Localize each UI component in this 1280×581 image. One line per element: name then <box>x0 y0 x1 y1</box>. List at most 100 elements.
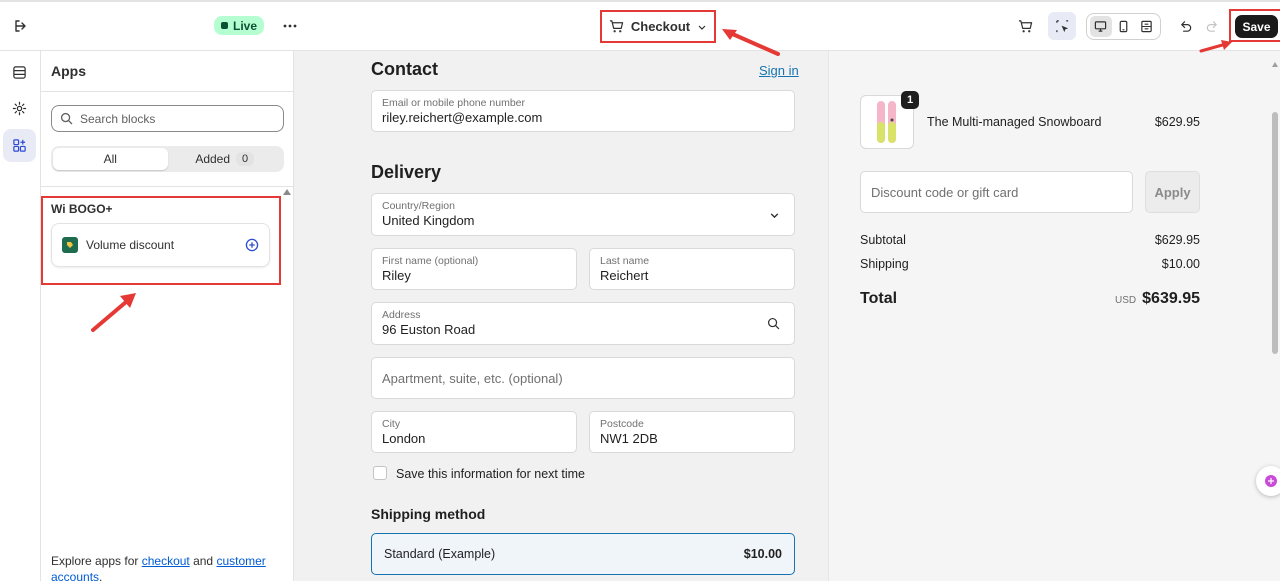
undo-icon[interactable] <box>1171 12 1199 40</box>
shipping-row: Shipping $10.00 <box>860 257 1200 271</box>
product-name: The Multi-managed Snowboard <box>927 115 1102 129</box>
tab-all-label: All <box>103 152 117 166</box>
sparkle-brain-icon <box>1265 475 1277 487</box>
cart-preview-icon[interactable] <box>1011 12 1039 40</box>
inspector-select-icon[interactable] <box>1048 12 1076 40</box>
footer-text: . <box>99 570 103 581</box>
app-logo-icon <box>62 237 78 253</box>
search-blocks-input[interactable] <box>80 111 270 126</box>
app-block-name: Volume discount <box>86 238 175 252</box>
first-name-value: Riley <box>382 267 411 283</box>
total-row: Total USD $639.95 <box>860 290 1200 308</box>
scroll-up-arrow-icon[interactable] <box>1272 62 1278 67</box>
subtotal-label: Subtotal <box>860 233 906 247</box>
live-dot-icon <box>221 22 228 29</box>
viewport-toggle-group <box>1086 13 1161 40</box>
last-name-field[interactable]: Last name Reichert <box>589 248 795 290</box>
shipping-option-label: Standard (Example) <box>384 547 496 561</box>
assistant-floating-button[interactable] <box>1256 466 1280 496</box>
shipping-method-heading: Shipping method <box>371 506 486 522</box>
live-label: Live <box>233 18 258 33</box>
divider <box>41 186 294 187</box>
scrollbar-thumb[interactable] <box>1272 112 1278 354</box>
email-field[interactable]: Email or mobile phone number riley.reich… <box>371 90 795 132</box>
email-label: Email or mobile phone number <box>382 96 525 109</box>
tab-added[interactable]: Added 0 <box>168 148 283 170</box>
delivery-heading: Delivery <box>371 162 442 182</box>
chevron-down-icon <box>698 25 706 30</box>
volume-discount-block[interactable]: Volume discount <box>51 223 270 267</box>
country-select[interactable]: Country/Region United Kingdom <box>371 193 795 236</box>
page-selector-dropdown[interactable]: Checkout <box>600 10 716 43</box>
redo-icon[interactable] <box>1198 12 1226 40</box>
page-selector-label: Checkout <box>630 19 691 34</box>
exit-icon[interactable] <box>7 12 35 40</box>
add-circle-icon[interactable] <box>245 238 259 252</box>
currency-code: USD <box>1115 295 1137 306</box>
settings-gear-icon[interactable] <box>3 92 36 125</box>
panel-title: Apps <box>51 63 86 79</box>
subtotal-value: $629.95 <box>1154 233 1200 247</box>
shipping-option-standard[interactable]: Standard (Example) $10.00 <box>371 533 795 575</box>
address-field[interactable]: Address 96 Euston Road <box>371 302 795 345</box>
full-width-view-icon[interactable] <box>1136 16 1158 37</box>
explore-apps-footer: Explore apps for checkout and customer a… <box>51 553 284 581</box>
annotation-arrow-icon <box>722 29 780 56</box>
apartment-placeholder: Apartment, suite, etc. (optional) <box>382 370 563 386</box>
annotation-arrow-icon <box>1199 40 1232 53</box>
desktop-view-icon[interactable] <box>1089 16 1112 37</box>
total-label: Total <box>860 290 898 307</box>
subtotal-row: Subtotal $629.95 <box>860 233 1200 247</box>
last-name-value: Reichert <box>600 267 649 283</box>
divider <box>41 91 294 92</box>
more-options-icon[interactable] <box>276 12 304 40</box>
contact-heading: Contact <box>371 59 438 79</box>
cart-icon <box>609 20 624 33</box>
footer-text: and <box>189 554 217 568</box>
tab-all[interactable]: All <box>53 148 168 170</box>
apps-panel: Apps All Added 0 Wi BOGO+ Volume discoun… <box>41 51 294 581</box>
country-value: United Kingdom <box>382 213 475 228</box>
address-value: 96 Euston Road <box>382 322 476 337</box>
postcode-label: Postcode <box>600 417 644 430</box>
shipping-option-price: $10.00 <box>743 547 782 561</box>
first-name-field[interactable]: First name (optional) Riley <box>371 248 577 290</box>
first-name-label: First name (optional) <box>382 254 479 267</box>
added-count-badge: 0 <box>236 152 255 166</box>
apps-icon[interactable] <box>3 129 36 162</box>
last-name-label: Last name <box>600 254 650 267</box>
mobile-view-icon[interactable] <box>1113 16 1135 37</box>
email-value: riley.reichert@example.com <box>382 109 543 125</box>
footer-text: Explore apps for <box>51 554 142 568</box>
postcode-field[interactable]: Postcode NW1 2DB <box>589 411 795 453</box>
search-icon <box>60 112 73 125</box>
filter-tabs: All Added 0 <box>51 146 284 172</box>
postcode-value: NW1 2DB <box>600 430 658 446</box>
city-label: City <box>382 417 401 430</box>
sections-icon[interactable] <box>3 56 36 89</box>
save-button[interactable]: Save <box>1235 15 1278 38</box>
discount-code-input[interactable] <box>871 184 1121 200</box>
quantity-badge: 1 <box>901 91 919 109</box>
chevron-down-icon <box>770 213 779 219</box>
checkout-apps-link[interactable]: checkout <box>142 554 190 568</box>
country-label: Country/Region <box>382 200 455 212</box>
app-group-label: Wi BOGO+ <box>51 202 113 216</box>
annotation-arrow-icon <box>91 293 136 332</box>
search-blocks-field[interactable] <box>51 105 284 132</box>
tab-added-label: Added <box>195 152 231 166</box>
search-icon <box>767 317 780 330</box>
shipping-label: Shipping <box>860 257 909 271</box>
address-label: Address <box>382 309 421 321</box>
sign-in-link[interactable]: Sign in <box>759 63 799 78</box>
live-status-badge: Live <box>214 16 265 35</box>
product-price: $629.95 <box>1154 115 1200 129</box>
save-info-checkbox[interactable] <box>373 466 387 480</box>
apply-discount-button[interactable]: Apply <box>1145 171 1200 213</box>
city-field[interactable]: City London <box>371 411 577 453</box>
city-value: London <box>382 430 426 446</box>
apartment-field[interactable]: Apartment, suite, etc. (optional) <box>371 357 795 399</box>
save-info-label: Save this information for next time <box>396 467 585 481</box>
scroll-up-arrow-icon[interactable] <box>283 189 291 195</box>
discount-code-field[interactable] <box>860 171 1133 213</box>
